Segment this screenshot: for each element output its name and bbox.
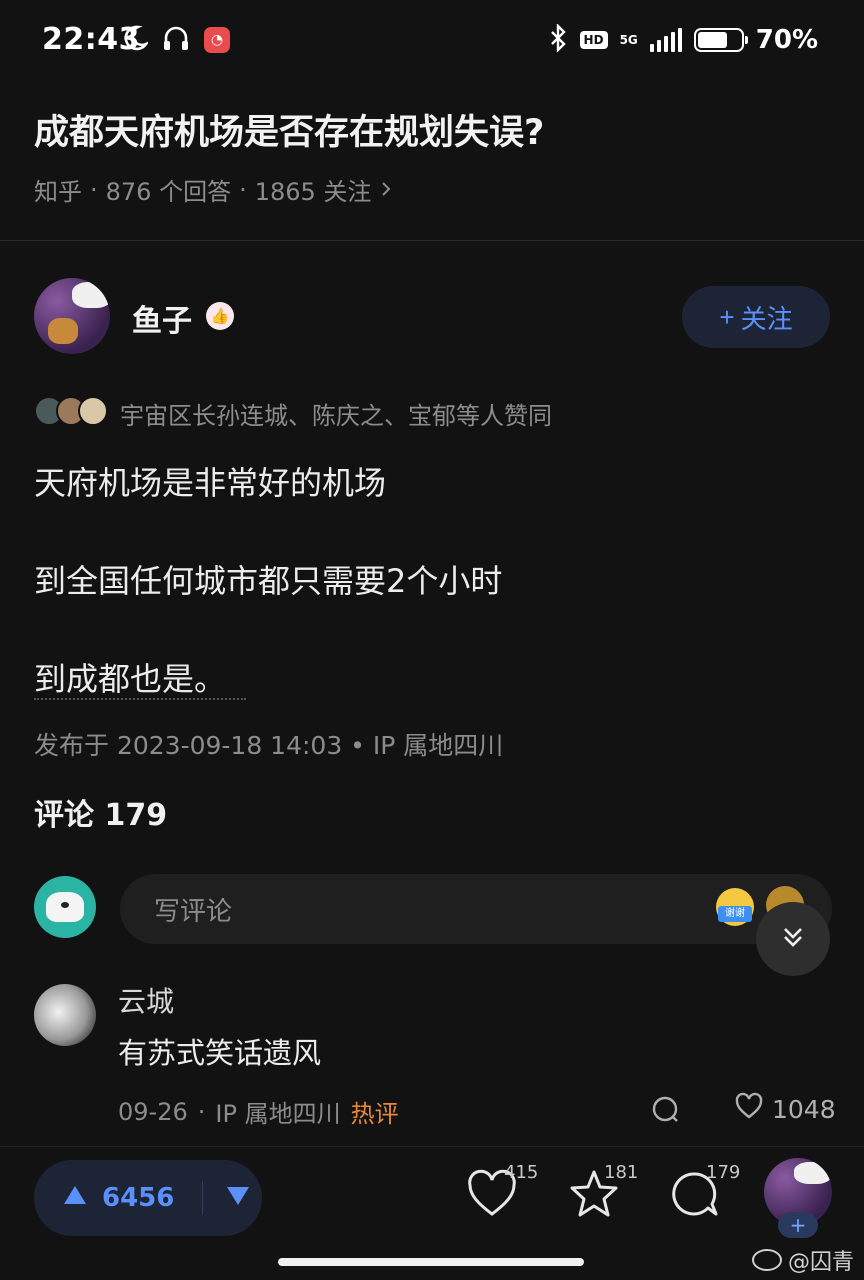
favorite-button[interactable]: 181 (566, 1162, 638, 1228)
status-right-icons: HD 5G 70% (548, 23, 818, 56)
headphones-icon (162, 24, 190, 56)
status-left-icons: ◔ (122, 24, 230, 56)
follow-label: 关注 (740, 303, 793, 334)
answer-count: 876 个回答 (105, 178, 232, 206)
meta-separator: · (239, 175, 247, 204)
vote-separator (202, 1181, 204, 1215)
vote-pill: 6456 (34, 1160, 262, 1236)
watermark: @囚青 (752, 1244, 854, 1276)
home-indicator[interactable] (278, 1258, 584, 1266)
double-chevron-down-icon (779, 923, 807, 955)
comment-count: 179 (706, 1162, 741, 1183)
comment-text: 有苏式笑话遗风 (118, 1036, 322, 1070)
comment-like[interactable]: 1048 (734, 1092, 836, 1126)
question-source: 知乎 (34, 178, 82, 206)
triangle-down-icon (225, 1187, 251, 1211)
signal-icon (649, 28, 682, 52)
author-name[interactable]: 鱼子 (132, 296, 192, 340)
emoji-tag: 谢谢 (718, 906, 752, 922)
heart-icon (734, 1092, 764, 1126)
moon-icon (122, 24, 150, 56)
scroll-down-button[interactable] (756, 902, 830, 976)
commenter-name[interactable]: 云城 (118, 980, 174, 1020)
battery-icon (693, 28, 748, 52)
plus-icon: + (719, 301, 735, 332)
downvote-button[interactable] (225, 1185, 251, 1211)
like-count: 415 (504, 1162, 539, 1183)
hot-comment-tag: 热评 (350, 1100, 399, 1128)
like-button[interactable]: 415 (466, 1162, 538, 1228)
follow-button[interactable]: + 关注 (682, 286, 830, 348)
reply-icon[interactable] (650, 1094, 682, 1126)
approver-avatars[interactable] (34, 396, 108, 426)
screen: 22:43 ◔ HD 5G 70% 成都天府机场是否存在规划失误? 知乎 · 8… (0, 0, 864, 1280)
comment-meta: 09-26 · IP 属地四川 热评 (118, 1094, 399, 1129)
header-divider (0, 240, 864, 241)
comment-button[interactable]: 179 (668, 1162, 740, 1228)
author-avatar[interactable] (34, 278, 110, 354)
publish-info: 发布于 2023-09-18 14:03 • IP 属地四川 (34, 731, 504, 760)
comment-date: 09-26 (118, 1097, 188, 1126)
answer-line: 到全国任何城市都只需要2个小时 (34, 562, 503, 600)
follower-count: 1865 关注 (254, 178, 372, 206)
answer-line: 天府机场是非常好的机场 (34, 464, 387, 502)
follow-plus-button[interactable]: + (778, 1212, 818, 1238)
chevron-right-icon (379, 176, 393, 204)
comment-like-count: 1048 (772, 1094, 836, 1124)
question-title[interactable]: 成都天府机场是否存在规划失误? (34, 104, 544, 155)
thanks-emoji-icon[interactable]: 谢谢 (716, 888, 754, 926)
approval-text[interactable]: 宇宙区长孙连城、陈庆之、宝郁等人赞同 (120, 396, 552, 431)
upvote-count: 6456 (102, 1183, 175, 1213)
weibo-icon (752, 1249, 782, 1271)
battery-percent: 70% (755, 25, 818, 55)
meta-separator: · (197, 1097, 206, 1126)
app-notification-icon: ◔ (204, 27, 230, 53)
triangle-up-icon (62, 1183, 88, 1213)
upvote-button[interactable]: 6456 (34, 1183, 174, 1213)
watermark-text: @囚青 (788, 1250, 855, 1275)
commenter-avatar[interactable] (34, 984, 96, 1046)
thumbs-up-badge-icon: 👍 (206, 302, 234, 330)
status-bar: 22:43 ◔ HD 5G 70% (0, 0, 864, 84)
meta-separator: · (90, 175, 98, 204)
network-type: 5G (619, 33, 638, 47)
my-avatar[interactable] (34, 876, 96, 938)
approver-avatar (78, 396, 108, 426)
underline-decoration (34, 698, 246, 700)
comments-header: 评论 179 (34, 798, 168, 833)
answer-line: 到成都也是。 (34, 660, 227, 698)
comment-ip: IP 属地四川 (215, 1100, 341, 1128)
question-meta[interactable]: 知乎 · 876 个回答 · 1865 关注 (34, 172, 393, 207)
favorite-count: 181 (604, 1162, 639, 1183)
bluetooth-icon (548, 23, 568, 56)
hd-badge: HD (579, 31, 608, 49)
